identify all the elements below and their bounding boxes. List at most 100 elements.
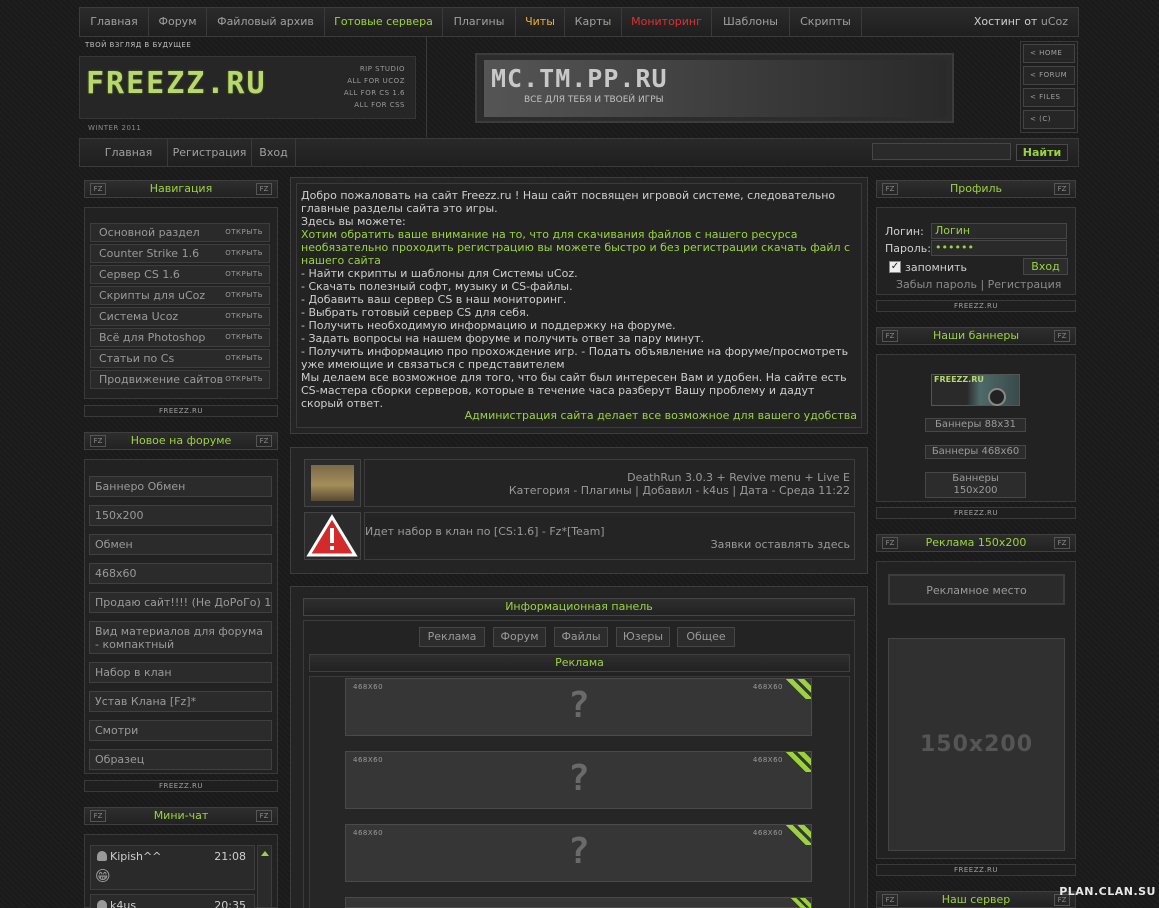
search-input[interactable]: [872, 143, 1011, 160]
menu2-home[interactable]: Главная: [90, 139, 168, 166]
tab-forum[interactable]: Форум: [493, 627, 546, 647]
chat-username[interactable]: k4us: [110, 899, 136, 908]
topmenu-scripts[interactable]: Скрипты: [790, 8, 862, 36]
login-button[interactable]: Вход: [1023, 258, 1068, 275]
nav-item-scripts[interactable]: Скрипты для uCoz ОТКРЫТЬ: [90, 286, 270, 305]
quick-link-files-label: FILES: [1039, 93, 1061, 101]
nav-item-cs16[interactable]: Counter Strike 1.6 ОТКРЫТЬ: [90, 244, 270, 263]
banners-150x200-button[interactable]: Баннеры 150x200: [925, 472, 1026, 498]
login-input[interactable]: Логин: [931, 223, 1067, 239]
news-thumbnail[interactable]: [304, 512, 361, 560]
nav-item-ucoz[interactable]: Система Ucoz ОТКРЫТЬ: [90, 307, 270, 326]
register-link[interactable]: Регистрация: [988, 278, 1062, 291]
banners-468x60-button[interactable]: Баннеры 468x60: [925, 445, 1026, 459]
news-thumbnail[interactable]: [304, 459, 361, 507]
banners-block-title: Наши баннеры: [932, 329, 1020, 342]
top-menu: Главная Форум Файловый архив Готовые сер…: [79, 7, 1079, 37]
chat-username[interactable]: Kipish^^: [110, 850, 161, 863]
nav-item-server[interactable]: Сервер CS 1.6 ОТКРЫТЬ: [90, 265, 270, 284]
login-label: Логин:: [885, 225, 924, 238]
topmenu-plugins[interactable]: Плагины: [443, 8, 516, 36]
news-item[interactable]: DeathRun 3.0.3 + Revive menu + Live E Ка…: [364, 459, 855, 507]
quick-link-files[interactable]: < FILES: [1023, 88, 1075, 107]
topmenu-home[interactable]: Главная: [80, 8, 149, 36]
ad-size-label: 468X60: [752, 829, 783, 837]
forum-topic-link[interactable]: Образец: [89, 749, 272, 770]
quick-link-copyright-label: (C): [1039, 115, 1051, 123]
tab-ads[interactable]: Реклама: [419, 627, 485, 647]
forum-block-header: FZ Новое на форуме FZ: [84, 432, 278, 450]
ad-slot-468x60[interactable]: 468X60 468X60 ?: [345, 678, 812, 736]
topmenu-templates[interactable]: Шаблоны: [712, 8, 790, 36]
ad-slot-468x60[interactable]: 468X60 468X60 ?: [345, 824, 812, 882]
hosting-link[interactable]: Хостинг от uCoz: [974, 8, 1068, 36]
search-button[interactable]: Найти: [1016, 144, 1068, 161]
chevron-left-icon: <: [1030, 71, 1040, 79]
quick-link-copyright[interactable]: < (C): [1023, 110, 1075, 129]
forum-topic-link[interactable]: Обмен: [89, 534, 272, 555]
nav-item-main[interactable]: Основной раздел ОТКРЫТЬ: [90, 223, 270, 242]
tab-files[interactable]: Файлы: [554, 627, 608, 647]
quick-link-home[interactable]: < HOME: [1023, 44, 1075, 63]
fz-badge: FZ: [90, 810, 106, 822]
ad-slot-468x60[interactable]: [345, 897, 812, 908]
forum-topic-link[interactable]: Продаю сайт!!!! (Не ДоРоГо) 1: [89, 592, 272, 613]
hosting-brand: uCoz: [1040, 15, 1068, 28]
nav-item-promotion[interactable]: Продвижение сайтов ОТКРЫТЬ: [90, 370, 270, 389]
ad-size-label: 468X60: [353, 756, 384, 764]
menu2-login[interactable]: Вход: [252, 139, 296, 166]
topmenu-monitoring[interactable]: Мониторинг: [622, 8, 712, 36]
tab-users[interactable]: Юзеры: [616, 627, 670, 647]
nav-item-label: Всё для Photoshop: [99, 331, 206, 344]
topmenu-files[interactable]: Файловый архив: [207, 8, 325, 36]
topmenu-cheats[interactable]: Читы: [516, 8, 565, 36]
nav-open-link[interactable]: ОТКРЫТЬ: [225, 308, 263, 325]
forum-topic-link[interactable]: Вид материалов для форума - компактный: [89, 621, 272, 654]
forum-topic-link[interactable]: 468x60: [89, 563, 272, 584]
forum-topic-link[interactable]: Устав Клана [Fz]*: [89, 691, 272, 712]
question-mark-icon: ?: [568, 758, 590, 799]
nav-open-link[interactable]: ОТКРЫТЬ: [225, 224, 263, 241]
nav-open-link[interactable]: ОТКРЫТЬ: [225, 371, 263, 388]
chevron-left-icon: <: [1030, 93, 1040, 101]
forum-topic-link[interactable]: Смотри: [89, 720, 272, 741]
forum-topic-link[interactable]: Баннеро Обмен: [89, 476, 272, 497]
topmenu-forum[interactable]: Форум: [149, 8, 207, 36]
ad-slot-468x60[interactable]: 468X60 468X60 ?: [345, 751, 812, 809]
nav-open-link[interactable]: ОТКРЫТЬ: [225, 287, 263, 304]
quick-link-forum[interactable]: < FORUM: [1023, 66, 1075, 85]
forum-topic-link[interactable]: Набор в клан: [89, 662, 272, 683]
chevron-left-icon: <: [1030, 49, 1040, 57]
server-block-title: Наш сервер: [941, 893, 1011, 906]
nav-open-link[interactable]: ОТКРЫТЬ: [225, 266, 263, 283]
scroll-up-icon[interactable]: [260, 851, 269, 856]
ad-place-button[interactable]: Рекламное место: [888, 574, 1065, 605]
remember-checkbox[interactable]: ✓: [889, 261, 901, 273]
nav-item-photoshop[interactable]: Всё для Photoshop ОТКРЫТЬ: [90, 328, 270, 347]
logo-sub-3: ALL FOR CS 1.6: [343, 89, 405, 97]
news-title[interactable]: Идет набор в клан по [CS:1.6] - Fz*[Team…: [365, 525, 605, 538]
info-panel-header: Информационная панель: [303, 598, 855, 616]
nav-open-link[interactable]: ОТКРЫТЬ: [225, 350, 263, 367]
news-item[interactable]: Идет набор в клан по [CS:1.6] - Fz*[Team…: [364, 512, 855, 560]
topmenu-maps[interactable]: Карты: [565, 8, 622, 36]
chat-message: k4us 20:35: [90, 894, 255, 908]
tab-general[interactable]: Общее: [677, 627, 735, 647]
news-title[interactable]: DeathRun 3.0.3 + Revive menu + Live E: [627, 471, 850, 484]
nav-open-link[interactable]: ОТКРЫТЬ: [225, 245, 263, 262]
chat-scrollbar[interactable]: [257, 845, 272, 908]
site-logo[interactable]: FREEZZ.RU: [86, 66, 267, 101]
welcome-notice: Хотим обратить ваше внимание на то, что …: [301, 228, 851, 267]
site-banner-88x31[interactable]: FREEZZ.RU: [931, 374, 1020, 406]
corner-stripe-icon: [785, 825, 811, 845]
banners-88x31-button[interactable]: Баннеры 88x31: [925, 418, 1026, 432]
nav-item-articles[interactable]: Статьи по Cs ОТКРЫТЬ: [90, 349, 270, 368]
forum-topic-link[interactable]: 150x200: [89, 505, 272, 526]
forgot-password-link[interactable]: Забыл пароль: [896, 278, 977, 291]
menu2-register[interactable]: Регистрация: [168, 139, 252, 166]
nav-open-link[interactable]: ОТКРЫТЬ: [225, 329, 263, 346]
topmenu-servers[interactable]: Готовые сервера: [325, 8, 443, 36]
password-input[interactable]: ••••••: [931, 240, 1067, 256]
welcome-admin-note: Администрация сайта делает все возможное…: [464, 409, 857, 422]
ad-slot-150x200[interactable]: 150x200: [888, 638, 1065, 851]
